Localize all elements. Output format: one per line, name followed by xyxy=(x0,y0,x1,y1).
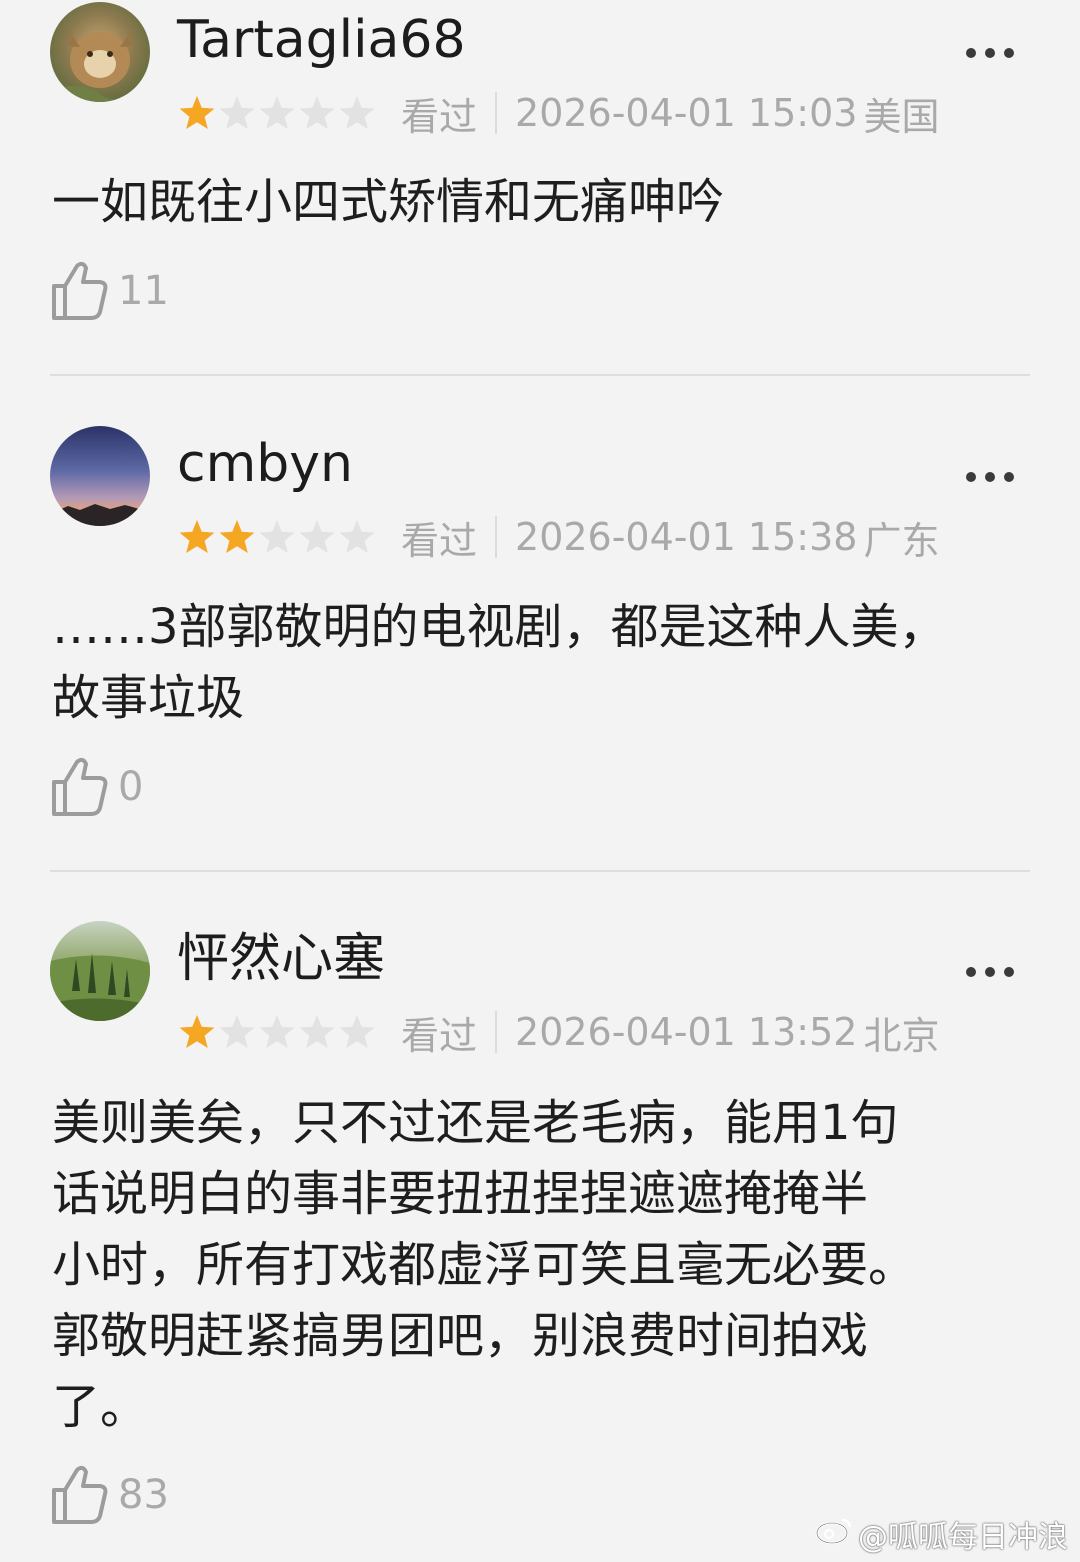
like-count: 83 xyxy=(118,1472,169,1518)
review-text: 美则美矣，只不过还是老毛病，能用1句 话说明白的事非要扭扭捏捏遮遮掩掩半 小时，… xyxy=(52,1095,917,1435)
star-filled-icon xyxy=(179,520,215,553)
thumbs-up-icon xyxy=(50,756,110,818)
avatar[interactable] xyxy=(50,921,150,1021)
meta-divider xyxy=(495,1011,498,1053)
review-datetime: 2026-04-01 13:52 xyxy=(515,1010,858,1054)
star-empty-icon xyxy=(259,520,295,553)
star-empty-icon xyxy=(259,96,295,129)
more-options-icon[interactable] xyxy=(962,38,1018,68)
review-location: 美国 xyxy=(863,94,940,139)
star-filled-icon xyxy=(179,1015,215,1048)
review-meta: 看过 2026-04-01 15:38 广东 xyxy=(177,512,940,563)
more-options-icon[interactable] xyxy=(962,957,1018,987)
star-empty-icon xyxy=(299,96,335,129)
star-empty-icon xyxy=(299,520,335,553)
review-datetime: 2026-04-01 15:38 xyxy=(515,515,858,559)
username[interactable]: 怦然心塞 xyxy=(177,927,385,991)
review-location: 北京 xyxy=(863,1013,940,1058)
avatar[interactable] xyxy=(50,426,150,526)
watermark-text: @呱呱每日冲浪 xyxy=(858,1520,1068,1555)
star-empty-icon xyxy=(219,1015,255,1048)
star-empty-icon xyxy=(339,520,375,553)
watch-status: 看过 xyxy=(401,94,478,139)
star-rating xyxy=(177,94,377,132)
like-count: 0 xyxy=(118,764,144,810)
star-filled-icon xyxy=(179,96,215,129)
star-empty-icon xyxy=(339,1015,375,1048)
review-meta: 看过 2026-04-01 13:52 北京 xyxy=(177,1007,940,1058)
star-rating xyxy=(177,1013,377,1051)
star-empty-icon xyxy=(259,1015,295,1048)
username[interactable]: cmbyn xyxy=(177,432,353,496)
meta-divider xyxy=(495,92,498,134)
like-button[interactable]: 83 xyxy=(50,1464,169,1526)
more-options-icon[interactable] xyxy=(962,462,1018,492)
divider xyxy=(50,374,1030,376)
thumbs-up-icon xyxy=(50,260,110,322)
review-meta: 看过 2026-04-01 15:03 美国 xyxy=(177,88,940,139)
like-button[interactable]: 11 xyxy=(50,260,169,322)
like-count: 11 xyxy=(118,268,169,314)
star-empty-icon xyxy=(339,96,375,129)
watch-status: 看过 xyxy=(401,518,478,563)
weibo-logo-icon xyxy=(814,1514,854,1554)
review-text: ……3部郭敬明的电视剧，都是这种人美， 故事垃圾 xyxy=(52,599,947,726)
like-button[interactable]: 0 xyxy=(50,756,143,818)
avatar[interactable] xyxy=(50,2,150,102)
star-empty-icon xyxy=(219,96,255,129)
review-text: 一如既往小四式矫情和无痛呻吟 xyxy=(52,174,725,230)
divider xyxy=(50,870,1030,872)
watermark: @呱呱每日冲浪 xyxy=(814,1512,1068,1556)
star-empty-icon xyxy=(299,1015,335,1048)
watch-status: 看过 xyxy=(401,1013,478,1058)
star-filled-icon xyxy=(219,520,255,553)
review-datetime: 2026-04-01 15:03 xyxy=(515,91,858,135)
thumbs-up-icon xyxy=(50,1464,110,1526)
meta-divider xyxy=(495,516,498,558)
username[interactable]: Tartaglia68 xyxy=(177,8,466,72)
review-location: 广东 xyxy=(863,518,940,563)
star-rating xyxy=(177,518,377,556)
